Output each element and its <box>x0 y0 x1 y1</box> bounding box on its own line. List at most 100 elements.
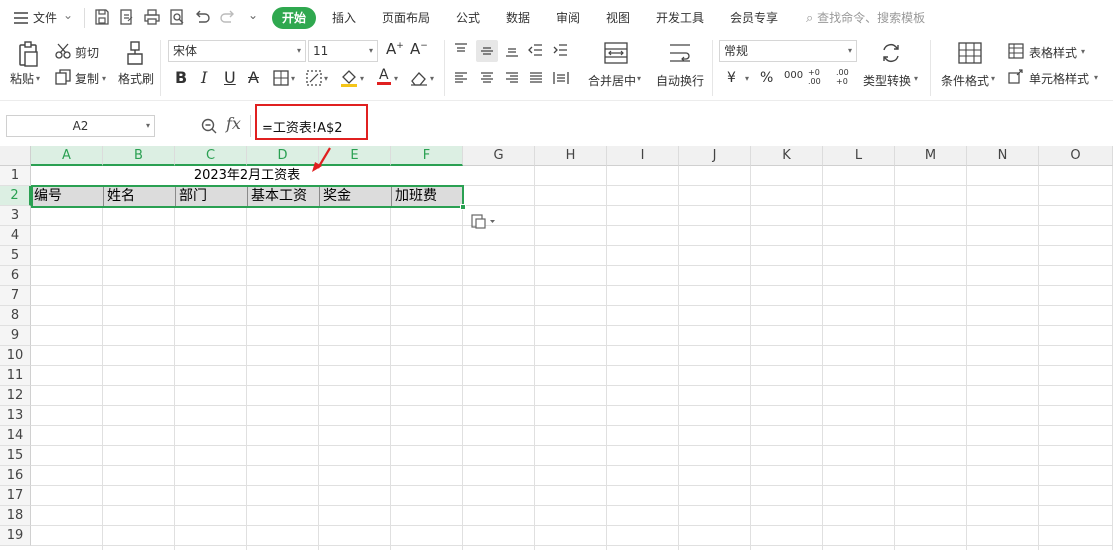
copy-button[interactable]: 复制 <box>75 70 99 87</box>
merge-center-button[interactable]: 合并居中 <box>588 72 636 89</box>
decrease-indent-icon[interactable] <box>528 42 544 58</box>
file-menu[interactable]: 文件 <box>33 9 57 26</box>
row-header-11[interactable]: 11 <box>0 366 31 386</box>
clear-format-dropdown-icon[interactable]: ▾ <box>430 74 434 83</box>
row-header-18[interactable]: 18 <box>0 506 31 526</box>
row-header-12[interactable]: 12 <box>0 386 31 406</box>
column-header-l[interactable]: L <box>823 146 895 166</box>
thousands-separator-button[interactable]: 000 <box>784 70 803 81</box>
column-header-b[interactable]: B <box>103 146 175 166</box>
italic-icon[interactable]: I <box>201 68 207 87</box>
row-header-17[interactable]: 17 <box>0 486 31 506</box>
cut-icon[interactable] <box>54 42 72 60</box>
paste-icon[interactable] <box>16 40 42 68</box>
paste-button[interactable]: 粘贴 <box>10 70 34 87</box>
name-box[interactable]: A2 ▾ <box>6 115 155 137</box>
fill-pattern-icon[interactable] <box>306 70 322 86</box>
tab-view[interactable]: 视图 <box>606 9 630 26</box>
copy-icon[interactable] <box>54 68 72 86</box>
increase-decimal-button[interactable]: +0 .00 <box>808 68 826 86</box>
row-header-19[interactable]: 19 <box>0 526 31 546</box>
tab-formulas[interactable]: 公式 <box>456 9 480 26</box>
align-left-icon[interactable] <box>453 70 469 86</box>
row-header-2[interactable]: 2 <box>0 186 31 206</box>
decrease-decimal-button[interactable]: .00 +0 <box>836 68 854 86</box>
align-middle-icon[interactable] <box>479 43 495 59</box>
column-header-n[interactable]: N <box>967 146 1039 166</box>
redo-icon[interactable] <box>219 8 237 26</box>
table-style-dropdown-icon[interactable]: ▾ <box>1081 47 1085 56</box>
decrease-font-icon[interactable]: A− <box>410 40 428 58</box>
insert-function-icon[interactable]: fx <box>226 114 241 133</box>
column-header-a[interactable]: A <box>31 146 103 166</box>
undo-icon[interactable] <box>193 8 211 26</box>
tab-page-layout[interactable]: 页面布局 <box>382 9 430 26</box>
number-format-select[interactable]: 常规 ▾ <box>719 40 857 62</box>
merge-center-icon[interactable] <box>604 42 628 64</box>
print-icon[interactable] <box>143 8 161 26</box>
cell-style-icon[interactable] <box>1008 69 1024 85</box>
cut-button[interactable]: 剪切 <box>75 44 99 61</box>
currency-dropdown-icon[interactable]: ▾ <box>745 74 749 83</box>
spreadsheet-grid[interactable]: ABCDEFGHIJKLMNO 1 2 3 4 5 6 7 8 9 10 11 12 13 14 15 16 1… <box>0 146 1113 550</box>
fill-handle[interactable] <box>460 204 466 210</box>
print-preview-icon[interactable] <box>168 8 186 26</box>
paste-options-icon[interactable] <box>470 212 500 230</box>
cell-style-dropdown-icon[interactable]: ▾ <box>1094 73 1098 82</box>
column-header-g[interactable]: G <box>463 146 535 166</box>
file-menu-chevron-icon[interactable]: ⌄ <box>63 8 73 22</box>
row-header-3[interactable]: 3 <box>0 206 31 226</box>
table-style-button[interactable]: 表格样式 <box>1029 44 1077 61</box>
column-header-f[interactable]: F <box>391 146 463 166</box>
fill-color-icon[interactable] <box>340 68 358 88</box>
bold-icon[interactable]: B <box>175 68 187 87</box>
font-name-select[interactable]: 宋体 ▾ <box>168 40 306 62</box>
zoom-search-icon[interactable] <box>200 117 218 135</box>
wrap-text-icon[interactable] <box>668 42 692 64</box>
increase-indent-icon[interactable] <box>553 42 569 58</box>
sheet-title-cell[interactable]: 2023年2月工资表 <box>31 166 463 186</box>
select-all-corner[interactable] <box>0 146 31 166</box>
type-convert-icon[interactable] <box>880 42 902 64</box>
row-header-14[interactable]: 14 <box>0 426 31 446</box>
row-header-16[interactable]: 16 <box>0 466 31 486</box>
command-search[interactable]: ⌕ 查找命令、搜索模板 <box>806 9 925 26</box>
save-icon[interactable] <box>93 8 111 26</box>
align-center-icon[interactable] <box>479 70 495 86</box>
row-header-13[interactable]: 13 <box>0 406 31 426</box>
conditional-format-dropdown-icon[interactable]: ▾ <box>991 74 995 83</box>
font-color-icon[interactable]: A <box>376 66 392 86</box>
fill-color-dropdown-icon[interactable]: ▾ <box>360 74 364 83</box>
row-header-5[interactable]: 5 <box>0 246 31 266</box>
format-painter-button[interactable]: 格式刷 <box>118 70 154 87</box>
format-painter-icon[interactable] <box>124 40 146 66</box>
align-right-icon[interactable] <box>504 70 520 86</box>
tab-member[interactable]: 会员专享 <box>730 9 778 26</box>
clear-format-icon[interactable] <box>410 70 428 86</box>
strikethrough-icon[interactable]: A <box>248 68 259 87</box>
underline-icon[interactable]: U <box>224 68 236 87</box>
tab-data[interactable]: 数据 <box>506 9 530 26</box>
column-header-i[interactable]: I <box>607 146 679 166</box>
column-header-o[interactable]: O <box>1039 146 1113 166</box>
borders-icon[interactable] <box>273 70 289 86</box>
row-header-10[interactable]: 10 <box>0 346 31 366</box>
row-header-8[interactable]: 8 <box>0 306 31 326</box>
row-header-4[interactable]: 4 <box>0 226 31 246</box>
row-header-15[interactable]: 15 <box>0 446 31 466</box>
copy-dropdown-icon[interactable]: ▾ <box>102 74 106 83</box>
export-pdf-icon[interactable] <box>118 8 136 26</box>
table-style-icon[interactable] <box>1008 43 1024 59</box>
font-size-select[interactable]: 11 ▾ <box>308 40 378 62</box>
column-header-h[interactable]: H <box>535 146 607 166</box>
tab-home[interactable]: 开始 <box>272 7 316 29</box>
cell-style-button[interactable]: 单元格样式 <box>1029 70 1089 87</box>
type-convert-dropdown-icon[interactable]: ▾ <box>914 74 918 83</box>
column-header-m[interactable]: M <box>895 146 967 166</box>
column-header-c[interactable]: C <box>175 146 247 166</box>
conditional-format-button[interactable]: 条件格式 <box>941 72 989 89</box>
tab-developer[interactable]: 开发工具 <box>656 9 704 26</box>
percent-button[interactable]: % <box>760 70 773 86</box>
font-color-dropdown-icon[interactable]: ▾ <box>394 74 398 83</box>
paste-dropdown-icon[interactable]: ▾ <box>36 74 40 83</box>
